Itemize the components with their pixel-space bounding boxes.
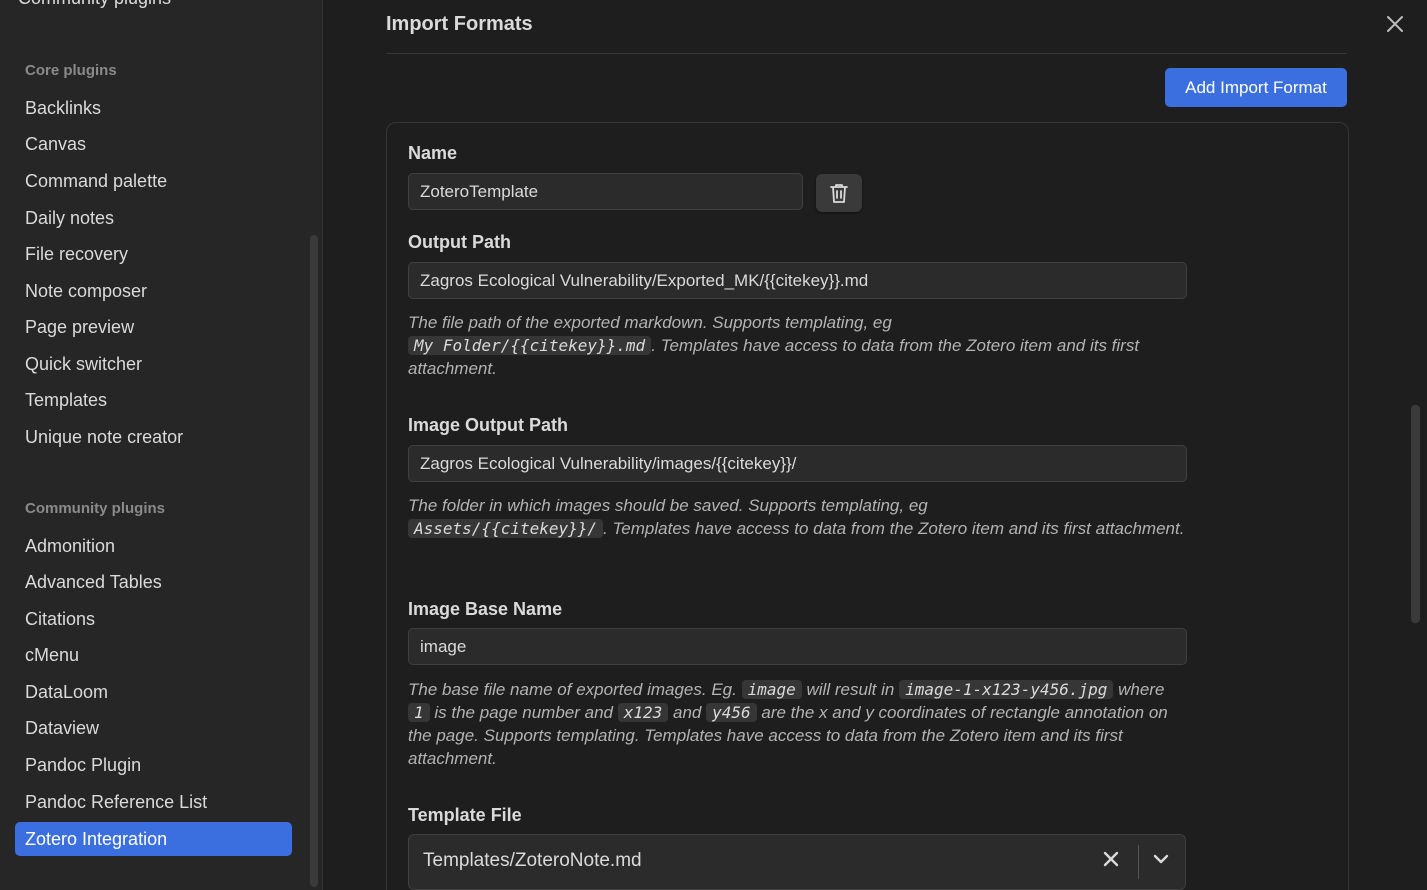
output-path-description: The file path of the exported markdown. … <box>408 311 1188 380</box>
image-base-name-label: Image Base Name <box>408 599 563 619</box>
inline-code: Assets/{{citekey}}/ <box>408 519 604 538</box>
name-label: Name <box>408 143 458 163</box>
description-text: will result in <box>806 680 895 699</box>
add-import-format-button[interactable]: Add Import Format <box>1165 68 1347 107</box>
sidebar-item-pandoc-reference-list[interactable]: Pandoc Reference List <box>15 785 292 819</box>
chevron-down-icon[interactable] <box>1153 852 1169 871</box>
settings-sidebar: Community plugins Core plugins Backlinks… <box>0 0 323 890</box>
sidebar-item-daily-notes[interactable]: Daily notes <box>15 201 292 235</box>
sidebar-item-quick-switcher[interactable]: Quick switcher <box>15 347 292 381</box>
name-input[interactable]: ZoteroTemplate <box>408 173 803 210</box>
core-plugins-heading: Core plugins <box>25 62 117 79</box>
sidebar-item-templates[interactable]: Templates <box>15 383 292 417</box>
inline-code: image-1-x123-y456.jpg <box>899 680 1114 699</box>
description-text: The file path of the exported markdown. … <box>408 313 892 332</box>
output-path-input[interactable]: Zagros Ecological Vulnerability/Exported… <box>408 262 1187 299</box>
sidebar-item-admonition[interactable]: Admonition <box>15 529 292 563</box>
select-separator <box>1138 845 1139 879</box>
sidebar-item-note-composer[interactable]: Note composer <box>15 274 292 308</box>
sidebar-item-zotero-integration[interactable]: Zotero Integration <box>15 822 292 856</box>
sidebar-item-community-plugins-cut[interactable]: Community plugins <box>18 0 171 9</box>
inline-code: My Folder/{{citekey}}.md <box>408 336 652 355</box>
sidebar-item-pandoc-plugin[interactable]: Pandoc Plugin <box>15 748 292 782</box>
sidebar-item-page-preview[interactable]: Page preview <box>15 310 292 344</box>
template-file-value: Templates/ZoteroNote.md <box>423 850 642 871</box>
trash-icon <box>830 184 848 203</box>
content-scrollbar[interactable] <box>1411 405 1420 623</box>
description-text: and <box>673 703 702 722</box>
sidebar-item-unique-note-creator[interactable]: Unique note creator <box>15 420 292 454</box>
sidebar-item-command-palette[interactable]: Command palette <box>15 164 292 198</box>
sidebar-item-file-recovery[interactable]: File recovery <box>15 237 292 271</box>
template-file-select[interactable]: Templates/ZoteroNote.md <box>408 834 1186 890</box>
sidebar-item-canvas[interactable]: Canvas <box>15 127 292 161</box>
image-output-path-description: The folder in which images should be sav… <box>408 494 1188 540</box>
clear-icon[interactable] <box>1103 851 1119 872</box>
close-icon <box>1387 16 1403 32</box>
sidebar-item-cmenu[interactable]: cMenu <box>15 638 292 672</box>
delete-format-button[interactable] <box>816 174 862 212</box>
description-text: where <box>1118 680 1165 699</box>
image-output-path-label: Image Output Path <box>408 415 569 435</box>
inline-code: image <box>741 680 802 699</box>
description-text: The folder in which images should be sav… <box>408 496 928 515</box>
inline-code: y456 <box>706 703 757 722</box>
settings-content: Import Formats Add Import Format Name Zo… <box>323 0 1427 890</box>
description-text: is the page number and <box>434 703 613 722</box>
divider <box>386 53 1347 54</box>
inline-code: 1 <box>408 703 430 722</box>
sidebar-item-dataloom[interactable]: DataLoom <box>15 675 292 709</box>
inline-code: x123 <box>617 703 669 722</box>
image-base-name-description: The base file name of exported images. E… <box>408 678 1188 770</box>
section-title: Import Formats <box>386 13 533 35</box>
sidebar-scrollbar[interactable] <box>310 235 318 887</box>
image-base-name-input[interactable]: image <box>408 628 1187 665</box>
output-path-label: Output Path <box>408 232 511 252</box>
description-text: The base file name of exported images. E… <box>408 680 737 699</box>
sidebar-item-citations[interactable]: Citations <box>15 602 292 636</box>
sidebar-item-dataview[interactable]: Dataview <box>15 711 292 745</box>
description-text: . Templates have access to data from the… <box>603 519 1185 538</box>
sidebar-item-backlinks[interactable]: Backlinks <box>15 91 292 125</box>
sidebar-item-advanced-tables[interactable]: Advanced Tables <box>15 565 292 599</box>
template-file-label: Template File <box>408 805 522 825</box>
community-plugins-heading: Community plugins <box>25 500 165 517</box>
close-button[interactable] <box>1381 10 1409 38</box>
image-output-path-input[interactable]: Zagros Ecological Vulnerability/images/{… <box>408 445 1187 482</box>
